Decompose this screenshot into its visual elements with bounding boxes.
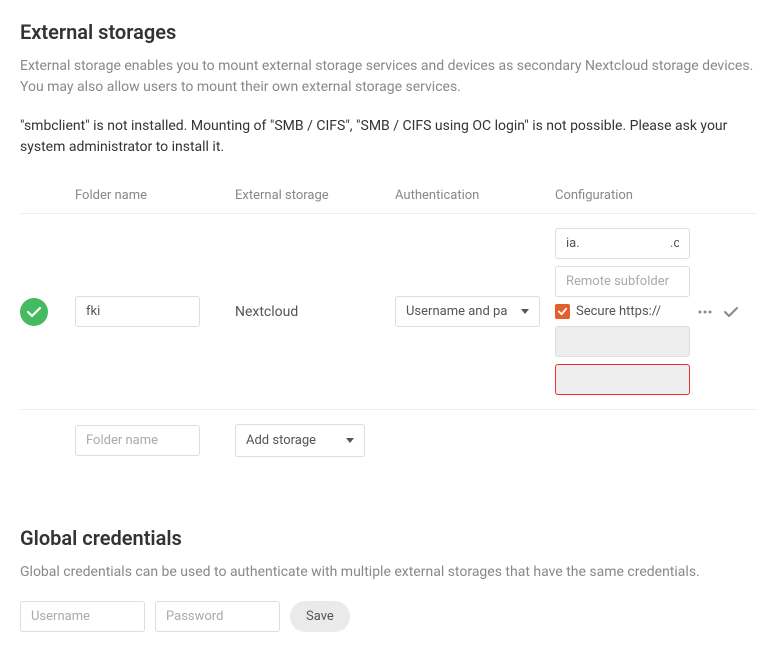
auth-select[interactable]: Username and pa xyxy=(395,296,540,327)
table-header: Folder name External storage Authenticat… xyxy=(20,178,757,214)
auth-select-label: Username and pa xyxy=(406,304,507,319)
add-storage-row: Add storage xyxy=(20,410,757,471)
secure-https-checkbox[interactable] xyxy=(555,304,570,319)
chevron-down-icon xyxy=(346,438,354,443)
global-title: Global credentials xyxy=(20,526,757,550)
storage-row: Nextcloud Username and pa Secure https:/… xyxy=(20,214,757,410)
chevron-down-icon xyxy=(521,309,529,314)
global-credentials-section: Global credentials Global credentials ca… xyxy=(20,526,757,632)
config-username-input[interactable] xyxy=(555,326,690,357)
save-button[interactable]: Save xyxy=(290,601,350,632)
global-username-input[interactable] xyxy=(20,601,145,632)
folder-name-input[interactable] xyxy=(75,296,200,327)
new-folder-name-input[interactable] xyxy=(75,425,200,456)
storage-type-label: Nextcloud xyxy=(235,304,298,320)
add-storage-label: Add storage xyxy=(246,433,316,448)
page-description: External storage enables you to mount ex… xyxy=(20,56,757,98)
smbclient-warning: "smbclient" is not installed. Mounting o… xyxy=(20,116,757,158)
status-ok-icon xyxy=(20,298,48,326)
config-host-input[interactable] xyxy=(555,228,690,259)
col-folder: Folder name xyxy=(75,188,235,203)
confirm-icon[interactable] xyxy=(723,304,739,320)
global-password-input[interactable] xyxy=(155,601,280,632)
add-storage-select[interactable]: Add storage xyxy=(235,424,365,457)
secure-https-label: Secure https:// xyxy=(576,304,661,319)
col-storage: External storage xyxy=(235,188,395,203)
col-config: Configuration xyxy=(555,188,757,203)
global-description: Global credentials can be used to authen… xyxy=(20,562,757,583)
config-subfolder-input[interactable] xyxy=(555,266,690,297)
config-password-input[interactable] xyxy=(555,364,690,395)
col-auth: Authentication xyxy=(395,188,555,203)
page-title: External storages xyxy=(20,20,757,44)
more-icon[interactable] xyxy=(697,304,713,320)
